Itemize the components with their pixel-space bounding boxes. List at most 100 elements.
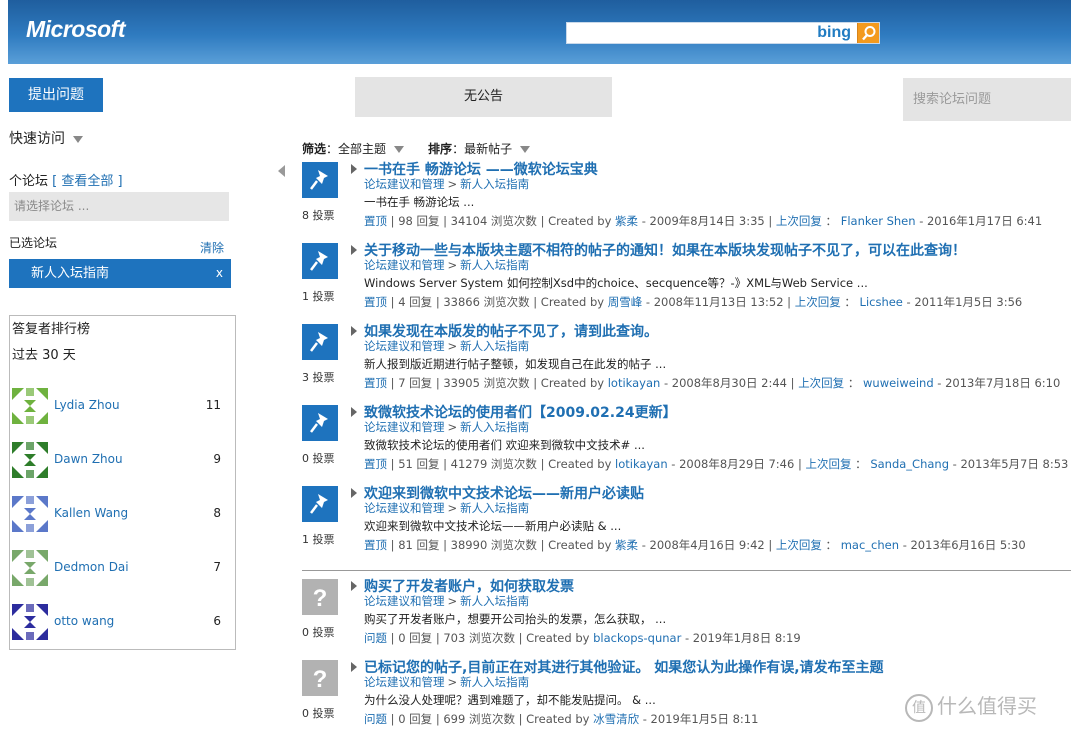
author-link[interactable]: 紫柔 [615, 538, 638, 552]
expand-arrow-icon[interactable] [351, 326, 357, 336]
breadcrumb-forum[interactable]: 新人入坛指南 [460, 675, 529, 689]
filter-value[interactable]: 全部主题 [338, 142, 386, 156]
last-reply-user[interactable]: wuweiweind [863, 376, 934, 390]
author-link[interactable]: lotikayan [608, 376, 661, 390]
created-by-label: Created by [526, 712, 590, 726]
breadcrumb-forum-group[interactable]: 论坛建议和管理 [364, 501, 445, 515]
answerer-row[interactable]: Lydia Zhou 11 [11, 386, 235, 426]
answerer-row[interactable]: otto wang 6 [11, 602, 235, 642]
answerer-name[interactable]: Lydia Zhou [54, 398, 120, 412]
selected-forum-label: 新人入坛指南 [31, 266, 110, 281]
author-link[interactable]: 周雪峰 [608, 295, 643, 309]
question-thread-badge: ? [302, 660, 338, 696]
selected-forum-chip[interactable]: 新人入坛指南 x [9, 259, 231, 288]
breadcrumb-forum-group[interactable]: 论坛建议和管理 [364, 675, 445, 689]
author-link[interactable]: blackops-qunar [593, 631, 681, 645]
forum-search-input[interactable]: 搜索论坛问题 [903, 78, 1071, 121]
last-reply-link[interactable]: 上次回复 [795, 295, 841, 309]
answerer-name[interactable]: Dawn Zhou [54, 452, 123, 466]
pushpin-icon [310, 251, 328, 271]
answerer-name[interactable]: otto wang [54, 614, 114, 628]
microsoft-logo[interactable]: Microsoft [26, 16, 126, 43]
thread-status[interactable]: 问题 [364, 712, 387, 726]
answerer-name[interactable]: Dedmon Dai [54, 560, 129, 574]
last-reply-user[interactable]: Sanda_Chang [870, 457, 949, 471]
chevron-down-icon [73, 135, 83, 143]
view-all-link[interactable]: [ 查看全部 ] [52, 174, 122, 189]
user-avatar-icon[interactable] [12, 388, 48, 424]
top-answerers-panel: 答复者排行榜 过去 30 天 Lydia Zhou 11 Dawn Zhou 9 Kal… [9, 315, 236, 650]
author-link[interactable]: 冰雪清欣 [593, 712, 639, 726]
last-reply-date: - 2016年1月17日 6:41 [919, 214, 1043, 228]
bing-search-input[interactable] [567, 23, 805, 43]
quick-access-toggle[interactable]: 快速访问 [9, 128, 83, 148]
last-reply-date: - 2011年1月5日 3:56 [906, 295, 1023, 309]
thread-breadcrumb: 论坛建议和管理 > 新人入坛指南 [364, 177, 530, 191]
collapse-sidebar-icon[interactable] [278, 165, 285, 177]
breadcrumb-forum-group[interactable]: 论坛建议和管理 [364, 420, 445, 434]
search-button[interactable] [857, 23, 879, 43]
thread-status[interactable]: 置顶 [364, 538, 387, 552]
thread-row: 1 投票 欢迎来到微软中文技术论坛——新用户必读贴 论坛建议和管理 > 新人入坛指南 欢… [302, 486, 1071, 564]
last-reply-link[interactable]: 上次回复 [776, 214, 822, 228]
forum-label-text: 个论坛 [9, 174, 49, 189]
thread-status[interactable]: 置顶 [364, 457, 387, 471]
pinned-thread-badge [302, 486, 338, 522]
top-answerers-period: 过去 30 天 [12, 348, 76, 363]
author-link[interactable]: lotikayan [615, 457, 668, 471]
bing-logo: bing [817, 24, 851, 41]
thread-status[interactable]: 置顶 [364, 214, 387, 228]
breadcrumb-forum-group[interactable]: 论坛建议和管理 [364, 177, 445, 191]
answerer-row[interactable]: Dedmon Dai 7 [11, 548, 235, 588]
last-reply-link[interactable]: 上次回复 [798, 376, 844, 390]
chevron-down-icon[interactable] [520, 146, 531, 153]
answerer-row[interactable]: Kallen Wang 8 [11, 494, 235, 534]
last-reply-link[interactable]: 上次回复 [776, 538, 822, 552]
last-reply-user[interactable]: Flanker Shen [841, 214, 916, 228]
expand-arrow-icon[interactable] [351, 245, 357, 255]
answerer-count: 6 [213, 614, 221, 628]
breadcrumb-forum[interactable]: 新人入坛指南 [460, 258, 529, 272]
last-reply-user[interactable]: Licshee [860, 295, 903, 309]
breadcrumb-forum[interactable]: 新人入坛指南 [460, 339, 529, 353]
expand-arrow-icon[interactable] [351, 407, 357, 417]
view-count: 34104 浏览次数 [450, 214, 537, 228]
breadcrumb-forum-group[interactable]: 论坛建议和管理 [364, 339, 445, 353]
thread-snippet: 欢迎来到微软中文技术论坛——新用户必读贴 & ... [364, 519, 622, 533]
pushpin-icon [310, 494, 328, 514]
ask-question-button[interactable]: 提出问题 [9, 78, 103, 112]
thread-status[interactable]: 置顶 [364, 376, 387, 390]
breadcrumb-forum[interactable]: 新人入坛指南 [460, 420, 529, 434]
thread-meta: 置顶 | 98 回复 | 34104 浏览次数 | Created by 紫柔 … [364, 214, 1043, 228]
breadcrumb-forum-group[interactable]: 论坛建议和管理 [364, 594, 445, 608]
answerer-name[interactable]: Kallen Wang [54, 506, 128, 520]
clear-link[interactable]: 清除 [200, 239, 224, 256]
answerer-count: 11 [205, 398, 221, 412]
reply-count: 4 回复 [398, 295, 433, 309]
pushpin-icon [310, 170, 328, 190]
breadcrumb-forum-group[interactable]: 论坛建议和管理 [364, 258, 445, 272]
user-avatar-icon[interactable] [12, 550, 48, 586]
sort-value[interactable]: 最新帖子 [464, 142, 512, 156]
expand-arrow-icon[interactable] [351, 662, 357, 672]
remove-forum-button[interactable]: x [216, 259, 223, 288]
expand-arrow-icon[interactable] [351, 488, 357, 498]
breadcrumb-forum[interactable]: 新人入坛指南 [460, 594, 529, 608]
answerer-row[interactable]: Dawn Zhou 9 [11, 440, 235, 480]
breadcrumb-forum[interactable]: 新人入坛指南 [460, 501, 529, 515]
forum-select-input[interactable]: 请选择论坛 ... [9, 192, 229, 221]
user-avatar-icon[interactable] [12, 604, 48, 640]
user-avatar-icon[interactable] [12, 442, 48, 478]
chevron-down-icon[interactable] [394, 146, 405, 153]
expand-arrow-icon[interactable] [351, 581, 357, 591]
last-reply-user[interactable]: mac_chen [841, 538, 899, 552]
author-link[interactable]: 紫柔 [615, 214, 638, 228]
thread-status[interactable]: 置顶 [364, 295, 387, 309]
expand-arrow-icon[interactable] [351, 164, 357, 174]
breadcrumb-forum[interactable]: 新人入坛指南 [460, 177, 529, 191]
last-reply-link[interactable]: 上次回复 [806, 457, 852, 471]
thread-snippet: 一书在手 畅游论坛 ... [364, 195, 475, 209]
reply-count: 98 回复 [398, 214, 440, 228]
user-avatar-icon[interactable] [12, 496, 48, 532]
thread-status[interactable]: 问题 [364, 631, 387, 645]
